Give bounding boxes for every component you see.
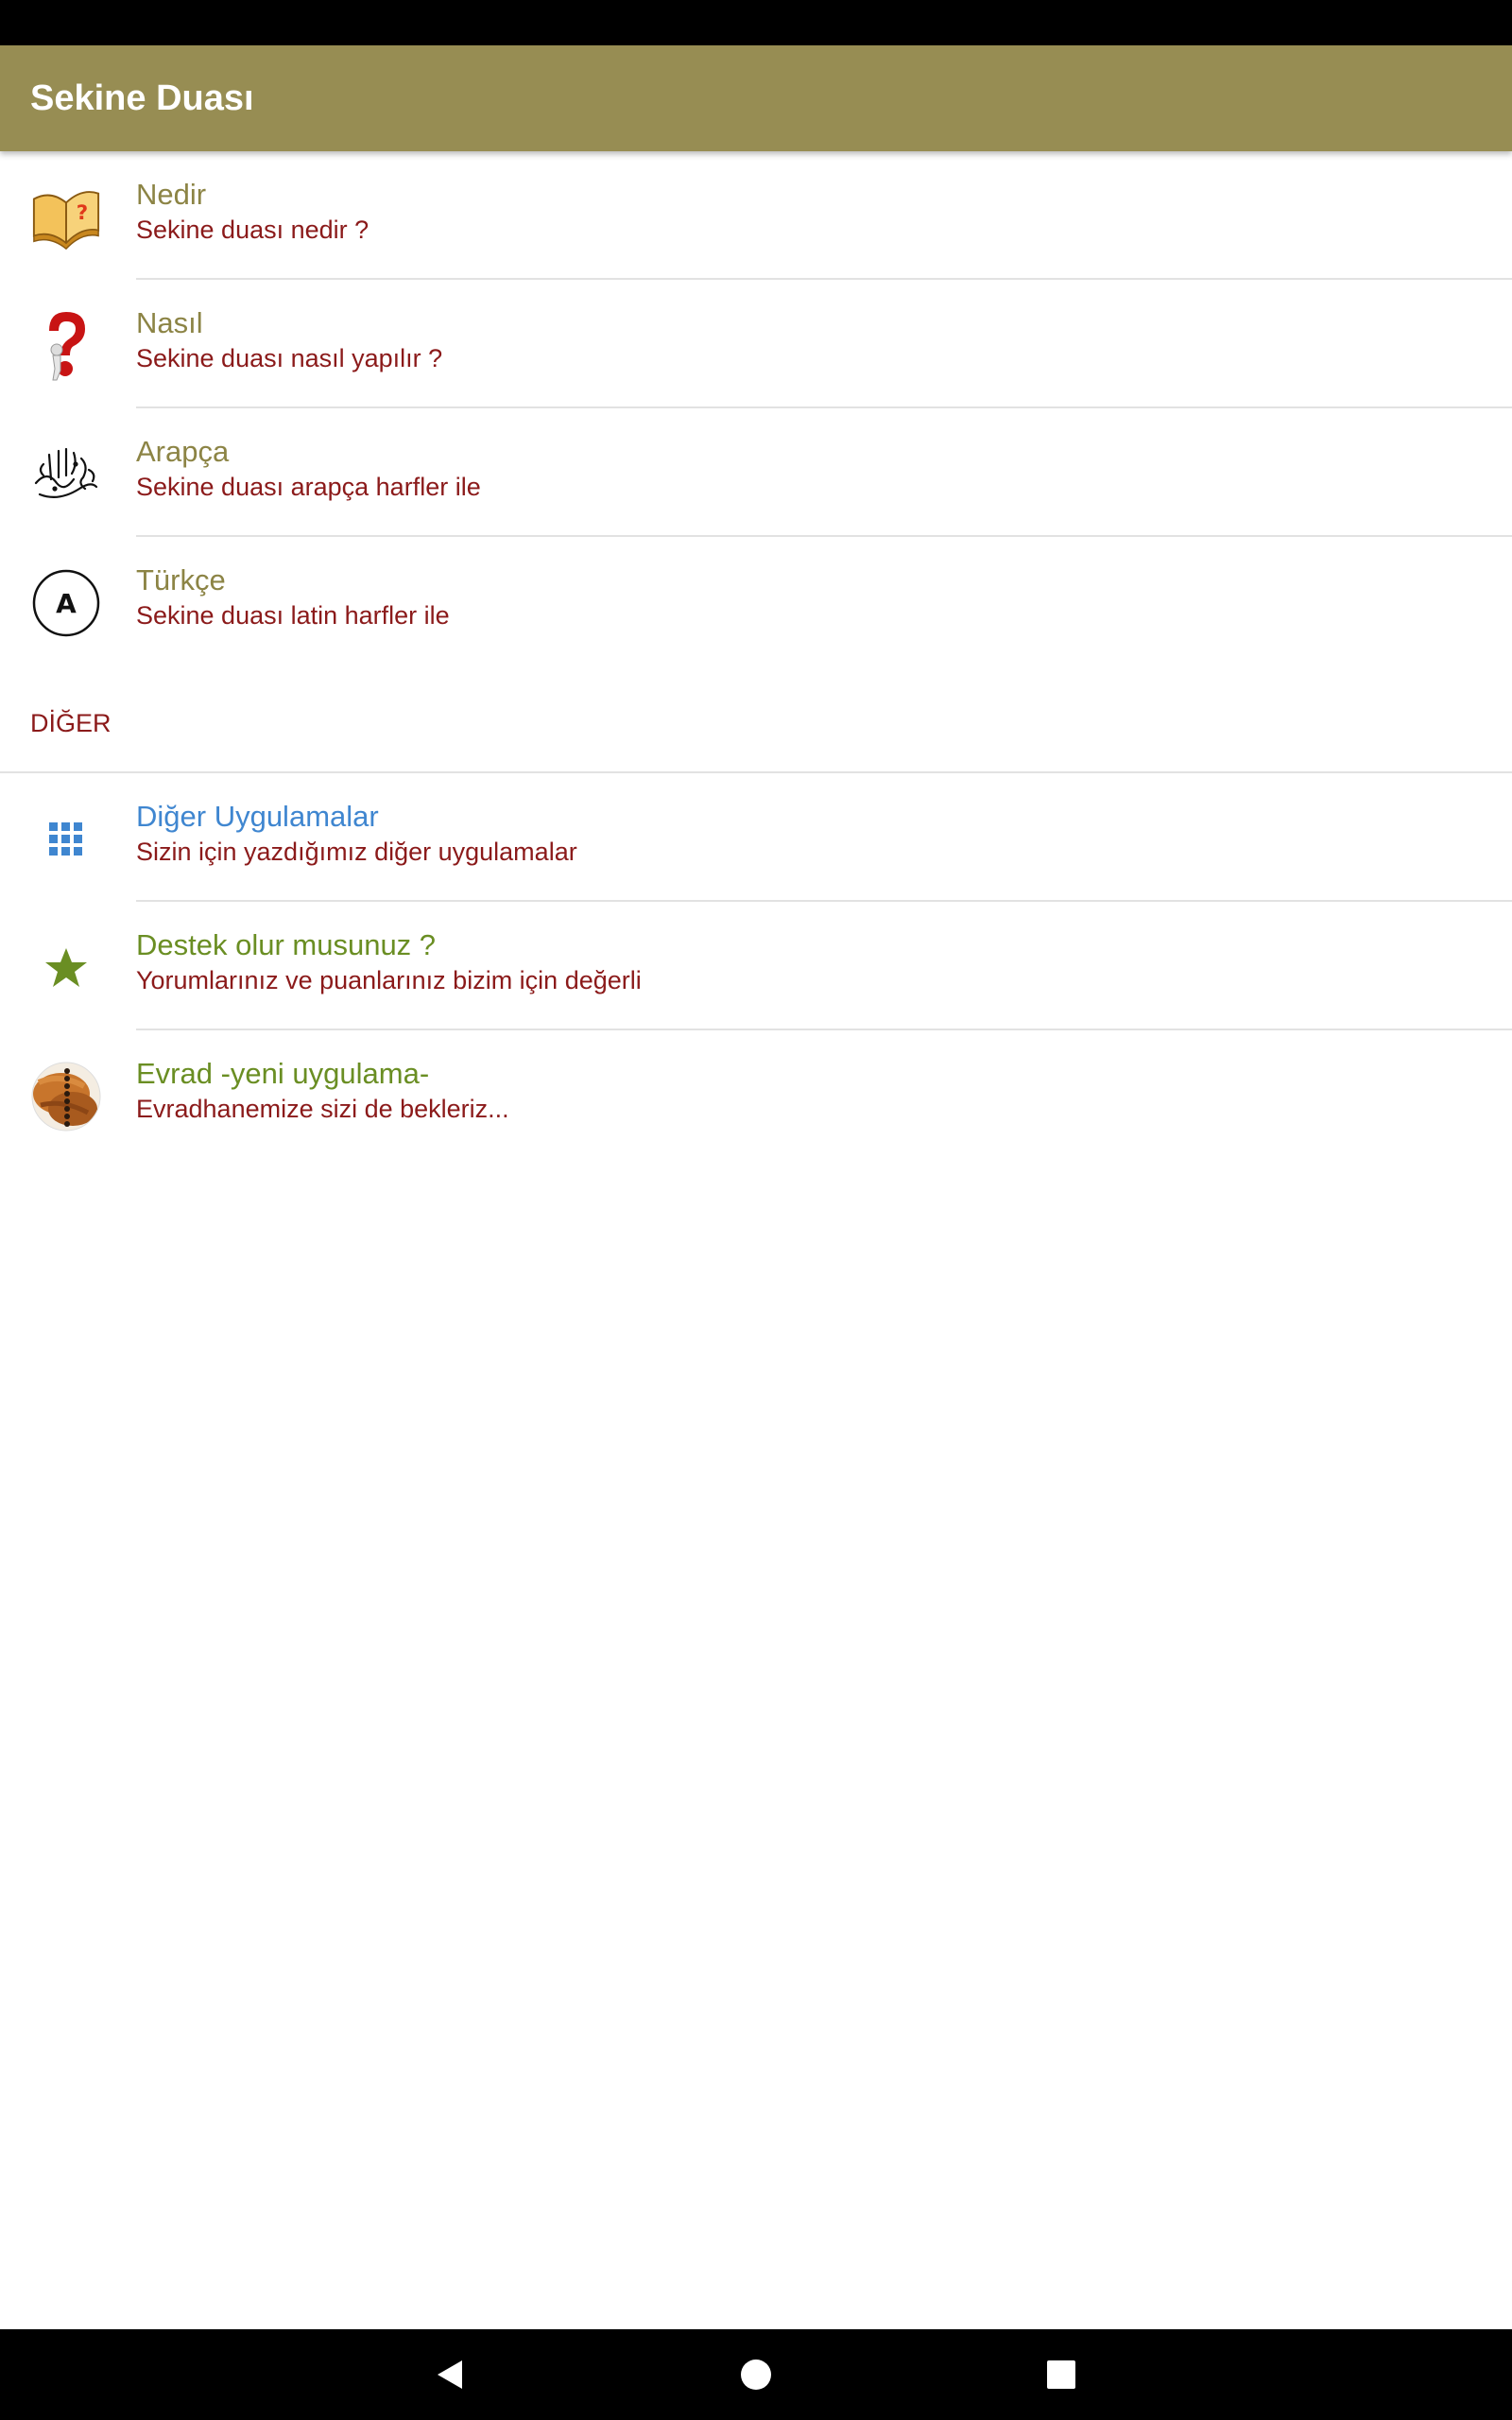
list-item-turkce[interactable]: A Türkçe Sekine duası latin harfler ile [0, 537, 1512, 666]
back-button[interactable] [404, 2329, 495, 2420]
list-item-support[interactable]: Destek olur musunuz ? Yorumlarınız ve pu… [0, 902, 1512, 1030]
recents-icon [1047, 2360, 1075, 2389]
item-title: Destek olur musunuz ? [136, 928, 437, 961]
star-icon [30, 932, 102, 1004]
item-title: Nasıl [136, 306, 203, 339]
apps-grid-icon [30, 804, 102, 875]
list-item-other-apps[interactable]: Diğer Uygulamalar Sizin için yazdığımız … [0, 773, 1512, 902]
prayer-beads-icon [30, 1061, 102, 1132]
svg-text:?: ? [77, 201, 88, 225]
status-bar [0, 0, 1512, 45]
item-title: Türkçe [136, 563, 226, 596]
question-mark-figure-icon [30, 310, 102, 382]
arabic-calligraphy-icon [30, 439, 102, 510]
item-subtitle: Evradhanemize sizi de bekleriz... [136, 1095, 509, 1123]
home-icon [741, 2360, 771, 2390]
item-subtitle: Sekine duası latin harfler ile [136, 601, 450, 630]
section-header: DİĞER [30, 709, 112, 737]
item-subtitle: Sekine duası nasıl yapılır ? [136, 344, 443, 372]
recents-button[interactable] [1016, 2329, 1107, 2420]
menu-list: ? Nedir Sekine duası nedir ? Nasıl Sekin… [0, 151, 1512, 1159]
navigation-bar [0, 2329, 1512, 2420]
item-subtitle: Sekine duası nedir ? [136, 216, 369, 244]
open-book-question-icon: ? [30, 182, 102, 253]
list-item-nedir[interactable]: ? Nedir Sekine duası nedir ? [0, 151, 1512, 280]
app-title: Sekine Duası [30, 78, 254, 118]
letter-a-circle-icon: A [30, 567, 102, 639]
back-icon [438, 2360, 462, 2389]
item-title: Nedir [136, 178, 207, 211]
svg-text:A: A [56, 588, 77, 619]
list-item-nasil[interactable]: Nasıl Sekine duası nasıl yapılır ? [0, 280, 1512, 408]
list-item-arapca[interactable]: Arapça Sekine duası arapça harfler ile [0, 408, 1512, 537]
item-subtitle: Sekine duası arapça harfler ile [136, 473, 481, 501]
item-subtitle: Yorumlarınız ve puanlarınız bizim için d… [136, 966, 642, 994]
item-title: Evrad -yeni uygulama- [136, 1057, 430, 1090]
item-subtitle: Sizin için yazdığımız diğer uygulamalar [136, 838, 577, 866]
item-title: Arapça [136, 435, 230, 468]
app-bar: Sekine Duası [0, 45, 1512, 151]
home-button[interactable] [711, 2329, 801, 2420]
section-other: DİĞER [0, 666, 1512, 773]
item-title: Diğer Uygulamalar [136, 800, 379, 833]
list-item-evrad[interactable]: Evrad -yeni uygulama- Evradhanemize sizi… [0, 1030, 1512, 1159]
